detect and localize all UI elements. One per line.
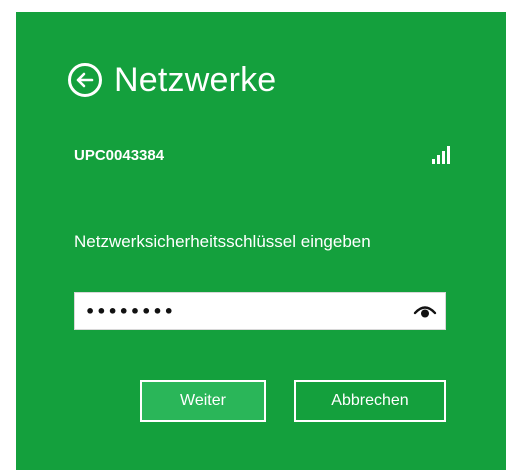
security-key-input[interactable]: [75, 293, 405, 329]
back-button[interactable]: [68, 63, 102, 97]
network-name: UPC0043384: [74, 146, 165, 164]
page-title: Netzwerke: [114, 61, 277, 99]
security-key-label: Netzwerksicherheitsschlüssel eingeben: [74, 232, 371, 251]
next-button[interactable]: Weiter: [140, 380, 266, 422]
security-key-field: [74, 292, 446, 330]
signal-strength-icon: [432, 146, 450, 164]
eye-icon[interactable]: [413, 302, 437, 320]
network-item[interactable]: UPC0043384: [74, 142, 450, 168]
network-flyout: Netzwerke UPC0043384 Netzwerksicherheits…: [16, 12, 506, 470]
header: Netzwerke: [68, 60, 276, 100]
arrow-left-icon: [76, 72, 94, 88]
cancel-button[interactable]: Abbrechen: [294, 380, 446, 422]
